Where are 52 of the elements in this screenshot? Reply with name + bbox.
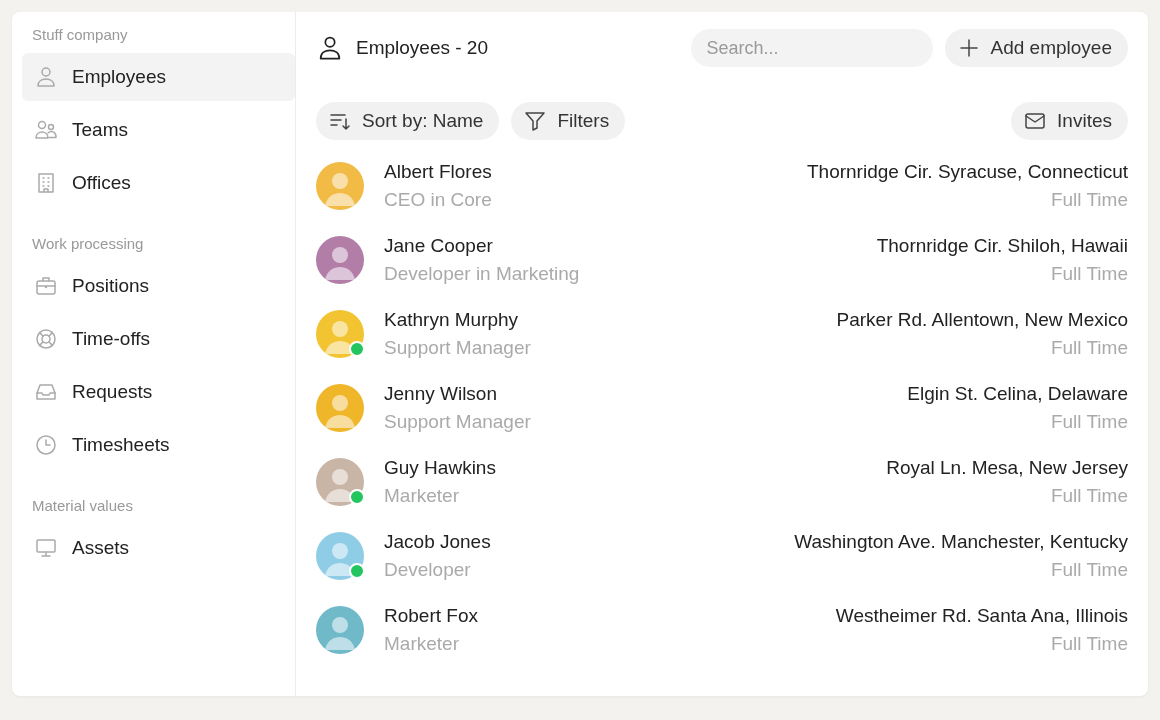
employee-name: Albert Flores	[384, 161, 492, 183]
search-field[interactable]: Search...	[690, 29, 933, 67]
employee-role: Developer in Marketing	[384, 263, 580, 285]
sidebar-item[interactable]: Teams	[22, 106, 295, 154]
employee-name: Jenny Wilson	[384, 383, 498, 405]
sidebar-item[interactable]: Timesheets	[22, 421, 295, 469]
people-icon	[34, 118, 58, 142]
section-heading: Material values	[32, 497, 134, 514]
employment-type: Full Time	[1050, 189, 1128, 211]
employee-address: Elgin St. Celina, Delaware	[907, 383, 1128, 405]
monitor-icon	[34, 536, 58, 560]
filter-icon	[523, 109, 548, 133]
sidebar-item[interactable]: Assets	[22, 524, 295, 572]
employee-name: Guy Hawkins	[384, 457, 496, 479]
sidebar-item[interactable]: Time-offs	[22, 315, 295, 363]
lifebuoy-icon	[34, 327, 58, 351]
employee-role: CEO in Core	[384, 189, 492, 211]
employee-name: Jane Cooper	[384, 235, 494, 257]
sidebar-item[interactable]: Requests	[22, 368, 295, 416]
employee-address: Westheimer Rd. Santa Ana, Illinois	[835, 605, 1128, 627]
employee-role: Marketer	[384, 485, 460, 507]
briefcase-icon	[34, 274, 58, 298]
sidebar-item[interactable]: Employees	[22, 53, 295, 101]
employee-role: Developer	[384, 559, 472, 581]
sort-button[interactable]: Sort by: Name	[316, 102, 500, 140]
employment-type: Full Time	[1050, 263, 1128, 285]
person-icon	[34, 65, 58, 89]
invites-button[interactable]: Invites	[1011, 102, 1128, 140]
employee-address: Thornridge Cir. Syracuse, Connecticut	[806, 161, 1128, 183]
sidebar-item[interactable]: Offices	[22, 159, 295, 207]
filters-button[interactable]: Filters	[511, 102, 626, 140]
employee-address: Thornridge Cir. Shiloh, Hawaii	[876, 235, 1128, 257]
employee-name: Jacob Jones	[384, 531, 491, 553]
employee-address: Royal Ln. Mesa, New Jersey	[886, 457, 1128, 479]
employment-type: Full Time	[1050, 559, 1128, 581]
section-heading: Work processing	[32, 235, 145, 252]
sidebar-item[interactable]: Positions	[22, 262, 295, 310]
employment-type: Full Time	[1050, 411, 1128, 433]
add-employee-button[interactable]: Add employee	[944, 29, 1128, 67]
clock-icon	[34, 433, 58, 457]
employee-address: Washington Ave. Manchester, Kentucky	[794, 531, 1128, 553]
employee-role: Marketer	[384, 633, 460, 655]
employee-address: Parker Rd. Allentown, New Mexico	[836, 309, 1128, 331]
employment-type: Full Time	[1050, 633, 1128, 655]
employee-role: Support Manager	[384, 411, 531, 433]
employee-role: Support Manager	[384, 337, 531, 359]
employee-name: Kathryn Murphy	[384, 309, 520, 331]
employee-name: Robert Fox	[384, 605, 478, 627]
employment-type: Full Time	[1050, 337, 1128, 359]
section-heading: Stuff company	[32, 26, 129, 43]
page-title: Employees - 20	[356, 37, 488, 59]
employment-type: Full Time	[1050, 485, 1128, 507]
